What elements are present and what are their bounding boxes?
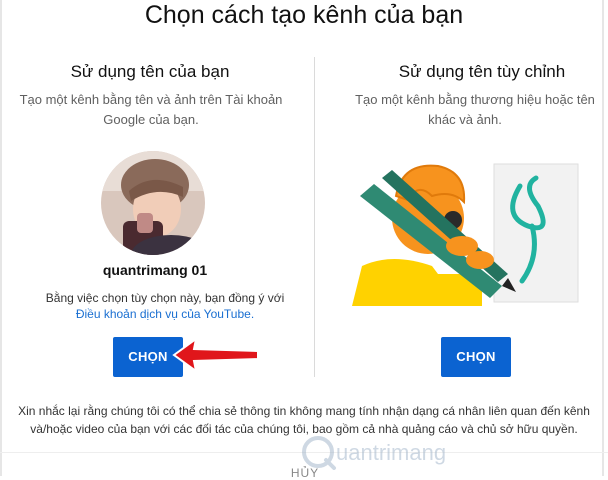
left-option-description-line2: Google của bạn. (103, 112, 199, 127)
right-option-description-line1: Tạo một kênh bằng thương hiệu hoặc tên (355, 92, 595, 107)
left-option-description-line1: Tạo một kênh bằng tên và ảnh trên Tài kh… (19, 92, 283, 107)
right-option-heading: Sử dụng tên tùy chỉnh (398, 62, 566, 81)
watermark-text: uantrimang (336, 440, 446, 465)
choose-custom-name-button[interactable]: CHỌN (441, 337, 511, 377)
terms-of-service-link[interactable]: Điều khoản dịch vụ của YouTube. (20, 306, 310, 323)
column-divider (314, 57, 315, 377)
custom-name-illustration-icon (352, 163, 579, 306)
red-arrow-annotation-icon (172, 336, 259, 374)
avatar (101, 151, 205, 255)
privacy-notice-line1: Xin nhắc lại rằng chúng tôi có thể chia … (18, 404, 590, 418)
right-option-description-line2: khác và ảnh. (428, 112, 502, 127)
channel-username: quantrimang 01 (102, 262, 208, 278)
left-option-heading: Sử dụng tên của bạn (70, 62, 230, 81)
avatar-photo-icon (101, 151, 205, 255)
terms-text: Bằng việc chọn tùy chọn này, bạn đồng ý … (45, 291, 285, 305)
dialog-title: Chọn cách tạo kênh của bạn (144, 1, 464, 29)
